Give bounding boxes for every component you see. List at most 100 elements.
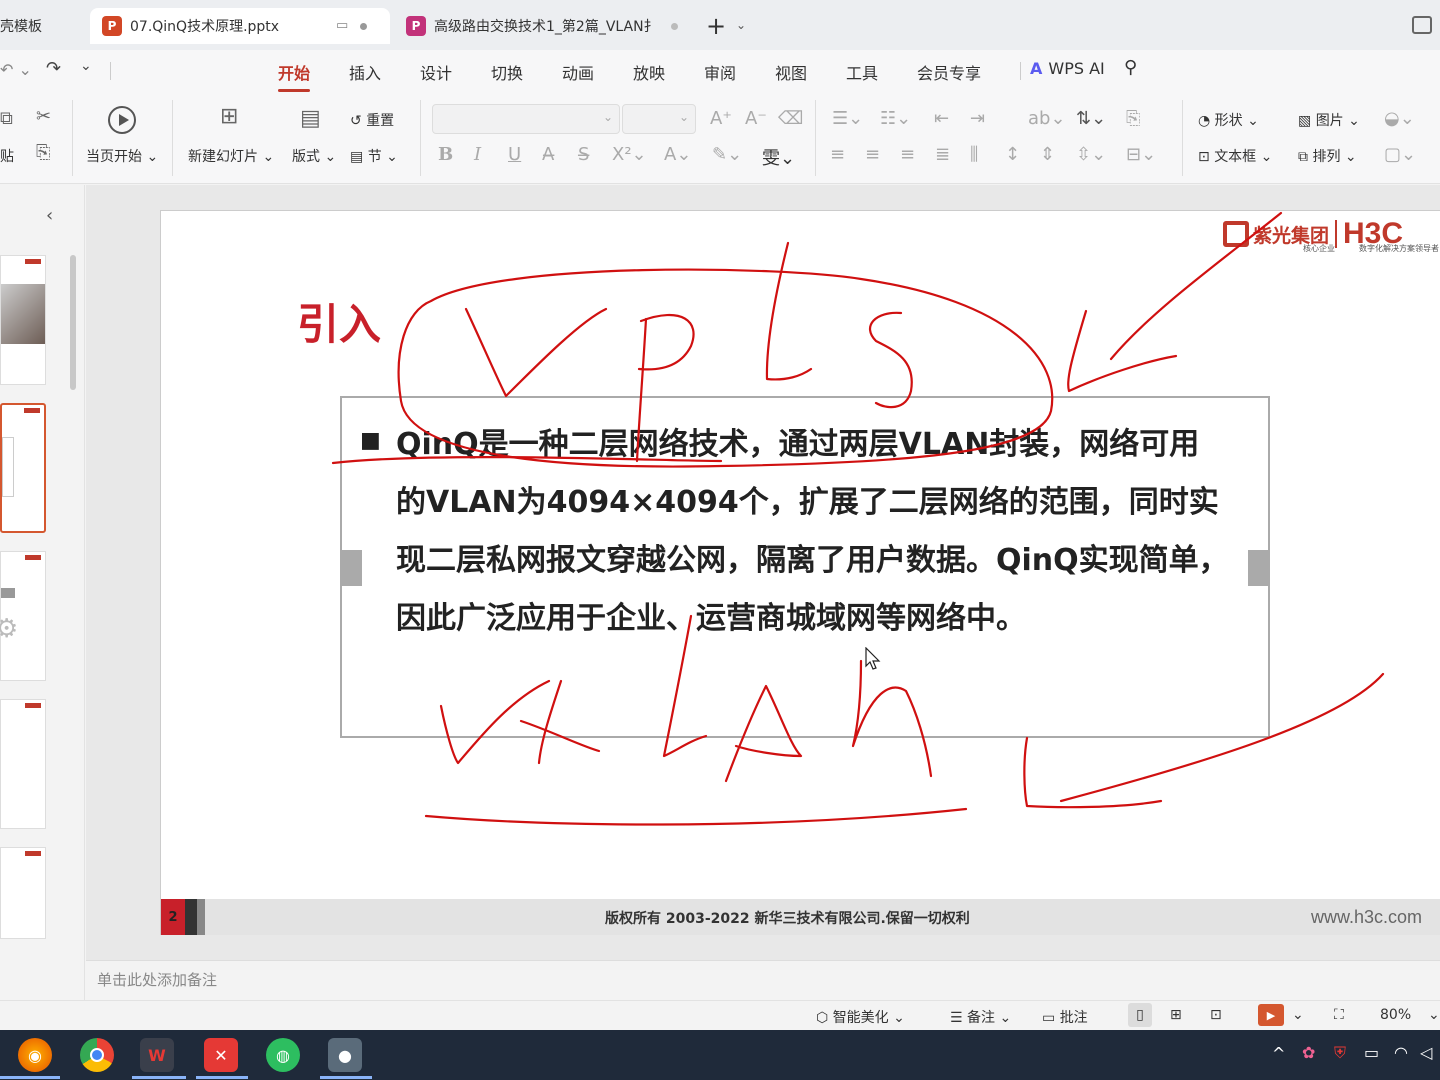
picture-button[interactable]: ▧ 图片 ⌄ [1298, 110, 1360, 130]
notes-placeholder[interactable]: 单击此处添加备注 [97, 969, 217, 990]
zoom-level[interactable]: 80% [1380, 1007, 1411, 1023]
strikethrough-icon[interactable]: A̶ [542, 144, 554, 165]
menu-member[interactable]: 会员专享 [917, 60, 981, 84]
arrange-button[interactable]: ⧉ 排列 ⌄ [1298, 146, 1357, 166]
chrome-icon[interactable] [80, 1038, 114, 1072]
paragraph-spacing-icon[interactable]: ⇕ [1040, 144, 1055, 165]
play-options-chevron-icon[interactable]: ⌄ [1292, 1007, 1304, 1023]
sidebar-toggle-icon[interactable] [1412, 16, 1432, 34]
play-from-current-icon[interactable] [108, 106, 136, 134]
font-family-select[interactable]: ⌄ [432, 104, 620, 134]
grid-view-icon[interactable]: ⊞ [1170, 1007, 1182, 1023]
increase-indent-icon[interactable]: ⇥ [970, 108, 985, 129]
normal-view-icon[interactable]: ▯ [1128, 1003, 1152, 1027]
cut-icon[interactable]: ✂ [36, 106, 51, 127]
close-dot-icon[interactable] [671, 23, 678, 30]
zoom-chevron-icon[interactable]: ⌄ [1428, 1007, 1440, 1023]
copy-format-icon[interactable]: ⧉ [0, 108, 13, 129]
redo-icon[interactable]: ↷ [46, 58, 61, 79]
recorder-icon[interactable]: ● [328, 1038, 362, 1072]
highlight-icon[interactable]: ✎⌄ [712, 144, 742, 165]
slide-thumbnail-2[interactable] [0, 403, 46, 533]
superscript-icon[interactable]: X²⌄ [612, 144, 647, 165]
slide-canvas[interactable]: 紫光集团 H3C 核心企业 数字化解决方案领导者 引入 ■ QinQ是一种二层网… [160, 210, 1440, 935]
slide-thumbnail-1[interactable] [0, 255, 46, 385]
new-slide-button[interactable]: 新建幻灯片 ⌄ [188, 146, 274, 166]
reset-button[interactable]: ↺ 重置 [350, 110, 394, 130]
notes-pane[interactable]: 单击此处添加备注 [86, 960, 1440, 1000]
font-color-icon[interactable]: A⌄ [664, 144, 691, 165]
new-slide-icon[interactable]: ⊞ [220, 104, 238, 129]
fit-window-icon[interactable]: ⛶ [1334, 1007, 1344, 1023]
wifi-icon[interactable]: ◠ [1394, 1043, 1408, 1062]
tray-expand-icon[interactable]: ^ [1272, 1044, 1285, 1063]
smart-beautify-button[interactable]: ⬡ 智能美化 ⌄ [816, 1007, 905, 1027]
notes-toggle-button[interactable]: ☰ 备注 ⌄ [950, 1007, 1011, 1027]
menu-slideshow[interactable]: 放映 [633, 60, 665, 84]
line-spacing-icon[interactable]: ↕ [1005, 144, 1020, 165]
increase-font-icon[interactable]: A⁺ [710, 108, 732, 129]
text-column-icon[interactable]: ⊟⌄ [1126, 144, 1156, 165]
slide-thumbnail-5[interactable] [0, 847, 46, 939]
unsaved-dot-icon[interactable] [360, 23, 367, 30]
thumbnail-scrollbar[interactable] [70, 255, 76, 390]
play-from-current-button[interactable]: 当页开始 ⌄ [86, 146, 158, 166]
slide-thumbnail-3[interactable]: ⚙ [0, 551, 46, 681]
tab-list-chevron-icon[interactable]: ⌄ [736, 18, 746, 32]
menu-home[interactable]: 开始 [278, 60, 311, 92]
new-tab-plus-icon[interactable]: + [706, 12, 726, 40]
copy-icon[interactable]: ⎘ [36, 142, 50, 163]
outline-icon[interactable]: ▢⌄ [1384, 144, 1416, 165]
shadow-icon[interactable]: S̶ [578, 144, 589, 165]
undo-icon[interactable]: ↶ ⌄ [0, 60, 32, 79]
distribute-icon[interactable]: ⫼ [970, 144, 978, 165]
clear-format-icon[interactable]: ⌫ [778, 108, 803, 129]
menu-insert[interactable]: 插入 [349, 60, 381, 84]
align-center-icon[interactable]: ≡ [865, 144, 880, 165]
quick-access-chevron-icon[interactable]: ⌄ [80, 58, 92, 74]
tray-app-icon[interactable]: ✿ [1302, 1043, 1315, 1062]
monitor-icon[interactable]: ▭ [336, 18, 348, 33]
collapse-panel-icon[interactable]: ‹ [46, 205, 53, 226]
bold-icon[interactable]: B [438, 144, 453, 165]
textbox-button[interactable]: ⊡ 文本框 ⌄ [1198, 146, 1272, 166]
play-slideshow-icon[interactable]: ▶ [1258, 1004, 1284, 1026]
volume-icon[interactable]: ◁ [1420, 1043, 1432, 1062]
numbered-list-icon[interactable]: ☷⌄ [880, 108, 911, 129]
paste-label[interactable]: 贴 [0, 146, 14, 166]
wps-icon[interactable]: W [140, 1038, 174, 1072]
justify-icon[interactable]: ≣ [935, 144, 950, 165]
menu-view[interactable]: 视图 [775, 60, 807, 84]
search-icon[interactable]: ⚲ [1124, 57, 1137, 78]
xmind-icon[interactable]: ✕ [204, 1038, 238, 1072]
align-right-icon[interactable]: ≡ [900, 144, 915, 165]
menu-tools[interactable]: 工具 [846, 60, 878, 84]
slide-thumbnail-4[interactable] [0, 699, 46, 829]
decrease-indent-icon[interactable]: ⇤ [934, 108, 949, 129]
reading-view-icon[interactable]: ⊡ [1210, 1007, 1222, 1023]
menu-design[interactable]: 设计 [420, 60, 452, 84]
tab-qinq-pptx[interactable]: P 07.QinQ技术原理.pptx ▭ [90, 8, 390, 44]
text-direction-icon[interactable]: ab⌄ [1028, 108, 1066, 129]
firefox-icon[interactable]: ◉ [18, 1038, 52, 1072]
shape-button[interactable]: ◔ 形状 ⌄ [1198, 110, 1259, 130]
menu-transition[interactable]: 切换 [491, 60, 523, 84]
decrease-font-icon[interactable]: A⁻ [745, 108, 767, 129]
wechat-icon[interactable]: ◍ [266, 1038, 300, 1072]
layout-icon[interactable]: ▤ [300, 106, 321, 131]
align-left-icon[interactable]: ≡ [830, 144, 845, 165]
battery-icon[interactable]: ▭ [1364, 1043, 1379, 1062]
wps-ai-button[interactable]: A WPS AI [1030, 59, 1105, 78]
menu-review[interactable]: 审阅 [704, 60, 736, 84]
phonetic-icon[interactable]: 雯⌄ [762, 144, 795, 170]
tab-vlan-pptx[interactable]: P 高级路由交换技术1_第2篇_VLAN扌 [396, 8, 696, 44]
font-size-select[interactable]: ⌄ [622, 104, 696, 134]
italic-icon[interactable]: I [474, 144, 481, 165]
menu-animation[interactable]: 动画 [562, 60, 594, 84]
section-button[interactable]: ▤ 节 ⌄ [350, 146, 398, 166]
convert-icon[interactable]: ⎘ [1126, 108, 1140, 129]
layout-button[interactable]: 版式 ⌄ [292, 146, 336, 166]
shield-icon[interactable]: ⛨ [1334, 1043, 1346, 1063]
underline-icon[interactable]: U [508, 144, 521, 165]
fill-icon[interactable]: ◒⌄ [1384, 108, 1415, 129]
